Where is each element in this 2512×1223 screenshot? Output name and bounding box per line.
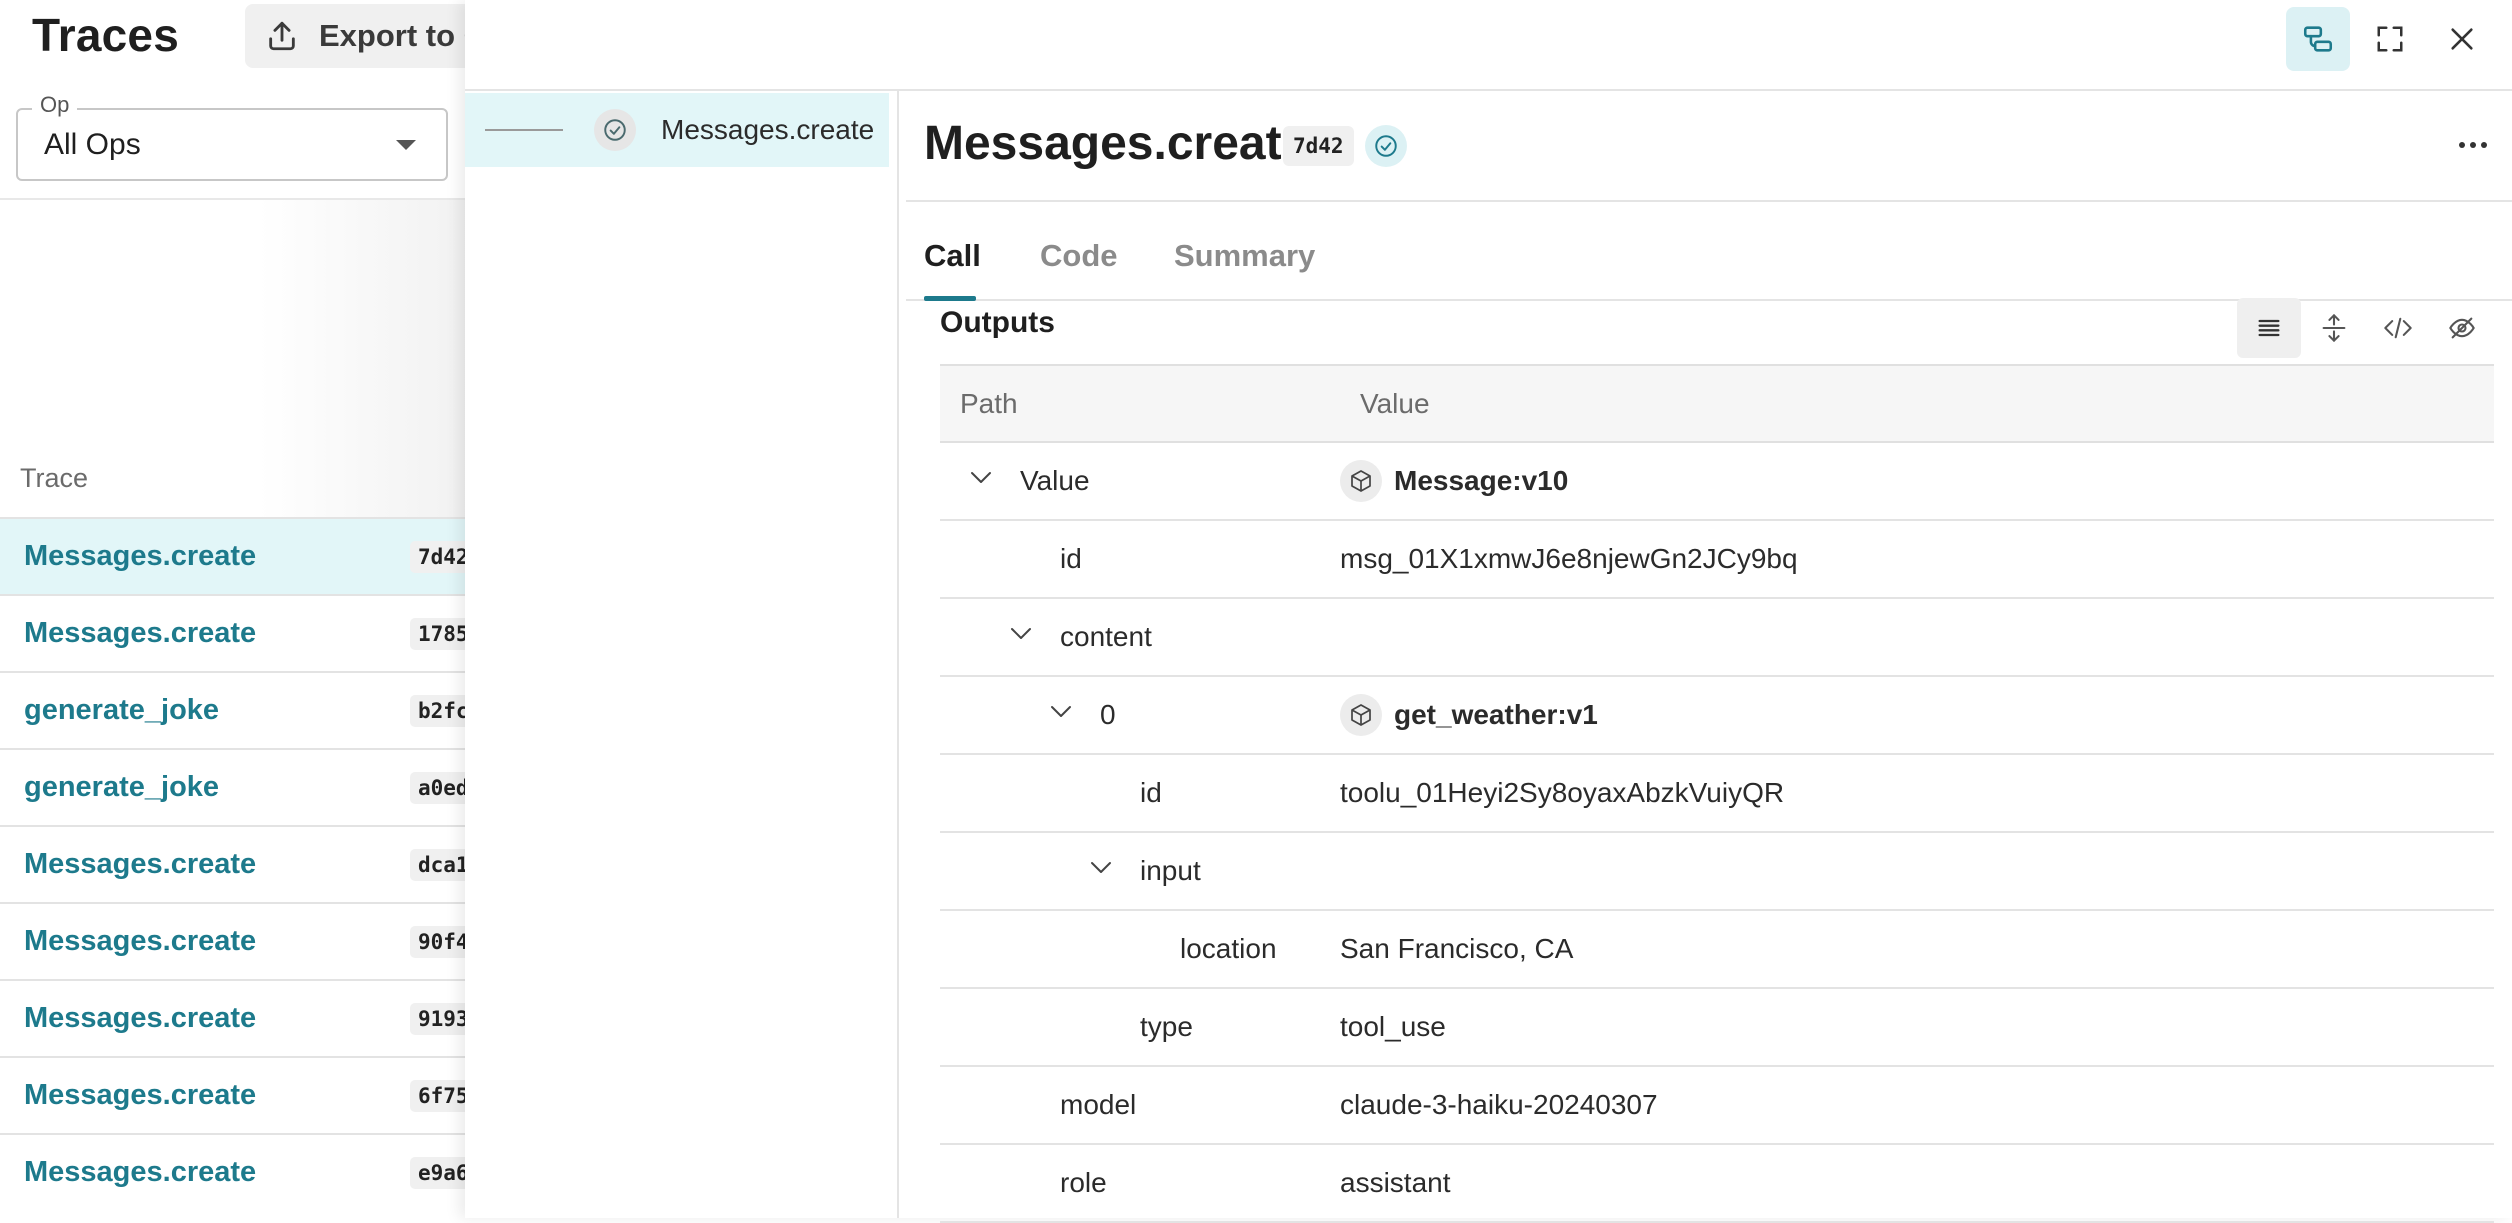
- trace-row[interactable]: generate_joke a0ed: [0, 748, 477, 825]
- trace-name-link[interactable]: Messages.create: [24, 540, 256, 573]
- grid-row[interactable]: Value Message:v10: [940, 443, 2494, 521]
- tab-code[interactable]: Code: [1040, 238, 1118, 274]
- row-path-key: 0: [1100, 699, 1116, 730]
- trace-name-link[interactable]: Messages.create: [24, 1079, 256, 1112]
- outputs-section-title: Outputs: [940, 306, 1055, 339]
- row-path-key: id: [1060, 543, 1082, 574]
- op-filter-value: All Ops: [44, 128, 141, 161]
- trace-row[interactable]: Messages.create 1785: [0, 594, 477, 671]
- row-value: claude-3-haiku-20240307: [1340, 1089, 1658, 1120]
- row-value: msg_01X1xmwJ6e8njewGn2JCy9bq: [1340, 543, 1798, 574]
- hide-hidden-button[interactable]: [2430, 298, 2494, 358]
- op-filter-label: Op: [32, 92, 78, 118]
- row-path-key: location: [1180, 933, 1277, 964]
- row-value: tool_use: [1340, 1011, 1446, 1042]
- page-title: Traces: [32, 9, 179, 61]
- grid-row[interactable]: content: [940, 599, 2494, 677]
- cube-icon: [1340, 694, 1382, 736]
- trace-name-link[interactable]: Messages.create: [24, 848, 256, 881]
- grid-row[interactable]: location San Francisco, CA: [940, 911, 2494, 989]
- check-circle-icon: [1365, 125, 1407, 167]
- chevron-down-icon[interactable]: [1090, 861, 1112, 875]
- grid-row[interactable]: type tool_use: [940, 989, 2494, 1067]
- cube-icon: [1340, 460, 1382, 502]
- tree-connector: [485, 129, 563, 131]
- more-horizontal-icon[interactable]: [2456, 128, 2490, 162]
- call-id-badge[interactable]: 7d42: [1283, 126, 1354, 166]
- trace-row[interactable]: Messages.create 9193: [0, 979, 477, 1056]
- row-path-key: content: [1060, 621, 1152, 652]
- trace-name-link[interactable]: generate_joke: [24, 694, 219, 727]
- list-view-button[interactable]: [2237, 298, 2301, 358]
- grid-row[interactable]: input: [940, 833, 2494, 911]
- grid-row[interactable]: role assistant: [940, 1145, 2494, 1223]
- list-view-icon: [2255, 314, 2283, 342]
- row-object-label: get_weather:v1: [1394, 699, 1598, 730]
- column-header-value: Value: [1360, 388, 1430, 419]
- expand-vertical-icon: [2320, 313, 2348, 343]
- call-title: Messages.create: [924, 117, 1309, 170]
- row-path-key: input: [1140, 855, 1201, 886]
- trace-list: Messages.create 7d42 Messages.create 1785 ge…: [0, 517, 477, 1210]
- row-path-key: id: [1140, 777, 1162, 808]
- close-icon: [2448, 25, 2476, 53]
- trace-row[interactable]: Messages.create 6f75: [0, 1056, 477, 1133]
- row-path-key: model: [1060, 1089, 1137, 1120]
- trace-row[interactable]: Messages.create dca1: [0, 825, 477, 902]
- row-object-ref[interactable]: Message:v10: [1340, 460, 1568, 502]
- trace-tree-icon: [2301, 22, 2335, 56]
- row-value: toolu_01Heyi2Sy8oyaxAbzkVuiyQR: [1340, 777, 1785, 808]
- row-path-key: type: [1140, 1011, 1193, 1042]
- trace-column-header: Trace: [20, 463, 89, 493]
- trace-name-link[interactable]: Messages.create: [24, 1002, 256, 1035]
- trace-name-link[interactable]: Messages.create: [24, 1156, 256, 1189]
- trace-name-link[interactable]: Messages.create: [24, 925, 256, 958]
- grid-row[interactable]: model claude-3-haiku-20240307: [940, 1067, 2494, 1145]
- json-view-button[interactable]: [2366, 298, 2430, 358]
- column-header-path: Path: [960, 388, 1018, 419]
- caret-down-icon[interactable]: [394, 138, 418, 152]
- fullscreen-button[interactable]: [2358, 7, 2422, 71]
- fullscreen-icon: [2375, 24, 2405, 54]
- expand-all-button[interactable]: [2302, 298, 2366, 358]
- row-value: assistant: [1340, 1167, 1451, 1198]
- chevron-down-icon[interactable]: [1050, 705, 1072, 719]
- grid-row[interactable]: 0 get_weather:v1: [940, 677, 2494, 755]
- chevron-down-icon[interactable]: [970, 471, 992, 485]
- chevron-down-icon[interactable]: [1010, 627, 1032, 641]
- trace-row[interactable]: Messages.create 7d42: [0, 517, 477, 594]
- code-icon: [2383, 314, 2413, 342]
- trace-row[interactable]: Messages.create e9a6: [0, 1133, 477, 1210]
- trace-tree-panel: [465, 91, 899, 1218]
- row-object-label: Message:v10: [1394, 465, 1569, 496]
- trace-name-link[interactable]: generate_joke: [24, 771, 219, 804]
- tab-summary[interactable]: Summary: [1174, 238, 1315, 274]
- tab-call[interactable]: Call: [924, 238, 981, 274]
- detail-header-divider: [906, 200, 2512, 202]
- trace-row[interactable]: generate_joke b2fc: [0, 671, 477, 748]
- row-object-ref[interactable]: get_weather:v1: [1340, 694, 1598, 736]
- row-path-key: Value: [1020, 465, 1090, 496]
- grid-header-row: Path Value: [940, 364, 2494, 443]
- grid-row[interactable]: id msg_01X1xmwJ6e8njewGn2JCy9bq: [940, 521, 2494, 599]
- grid-body: Value Message:v10 id msg_01X1xmwJ6e8njewGn2…: [940, 443, 2494, 1223]
- close-button[interactable]: [2430, 7, 2494, 71]
- row-value: San Francisco, CA: [1340, 933, 1574, 964]
- trace-name-link[interactable]: Messages.create: [24, 617, 256, 650]
- outputs-grid: Path Value Value Message:v10 id msg_01X1xmw…: [940, 364, 2494, 1223]
- trace-tree-node-label: Messages.create: [661, 114, 875, 145]
- row-path-key: role: [1060, 1167, 1107, 1198]
- upload-icon: [265, 19, 299, 53]
- grid-row[interactable]: id toolu_01Heyi2Sy8oyaxAbzkVuiyQR: [940, 755, 2494, 833]
- trace-row[interactable]: Messages.create 90f4: [0, 902, 477, 979]
- eye-off-icon: [2447, 314, 2477, 342]
- active-tab-indicator: [924, 296, 976, 301]
- trace-tree-toggle-button[interactable]: [2286, 7, 2350, 71]
- check-circle-icon: [594, 109, 636, 151]
